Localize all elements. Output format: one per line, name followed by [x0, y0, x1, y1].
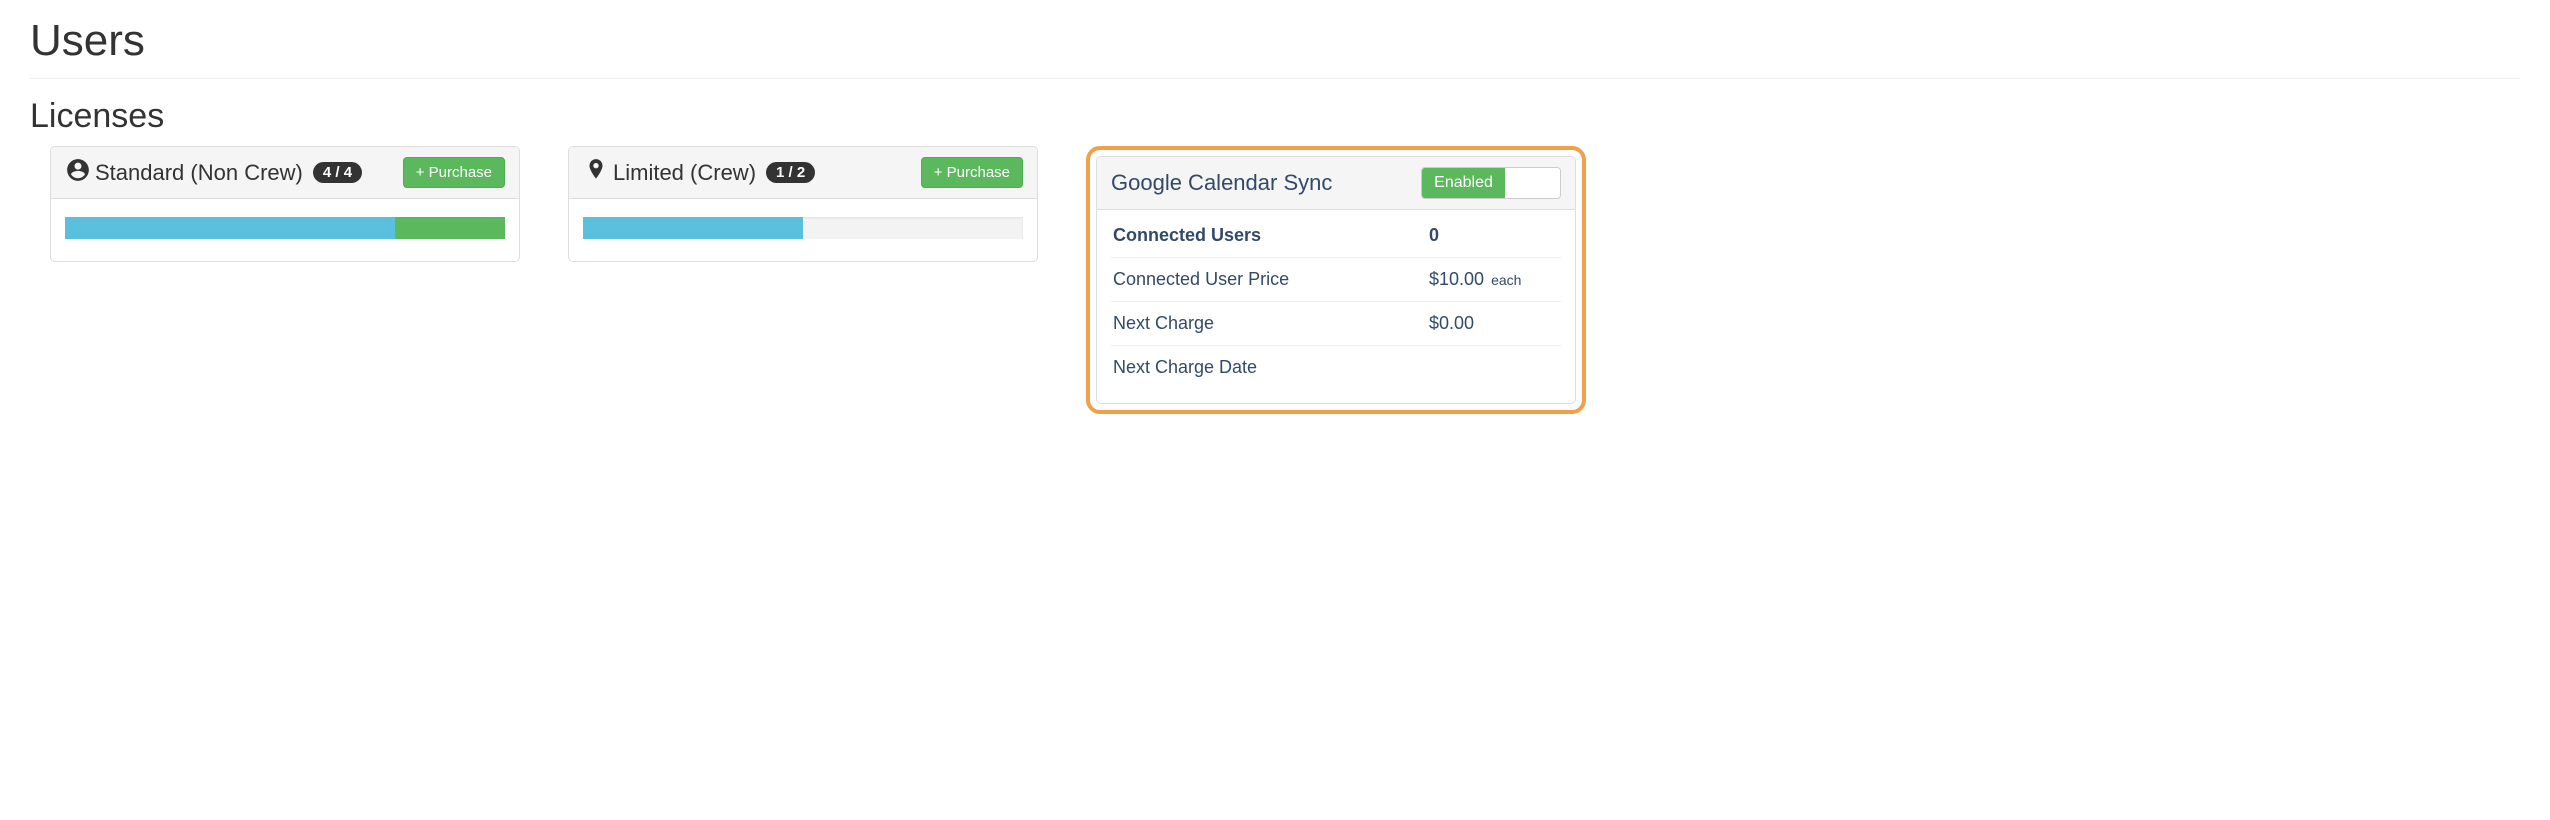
- sync-value-connected-user-price: $10.00 each: [1429, 269, 1559, 290]
- calendar-sync-toggle-handle: [1505, 168, 1560, 198]
- sync-row-connected-user-price: Connected User Price $10.00 each: [1111, 257, 1561, 301]
- licenses-section-title: Licenses: [30, 97, 2520, 136]
- license-card-limited-title: Limited (Crew): [613, 160, 756, 186]
- calendar-sync-card: Google Calendar Sync Enabled Connected U…: [1096, 156, 1576, 404]
- license-standard-progress-available: [395, 217, 505, 239]
- license-card-limited-count-badge: 1 / 2: [766, 162, 815, 183]
- calendar-sync-body: Connected Users 0 Connected User Price $…: [1097, 210, 1575, 403]
- page-title: Users: [30, 16, 2520, 66]
- license-card-standard-body: [51, 199, 519, 261]
- sync-label-next-charge-date: Next Charge Date: [1113, 357, 1429, 378]
- calendar-sync-highlight: Google Calendar Sync Enabled Connected U…: [1086, 146, 1586, 414]
- license-limited-progress-used: [583, 217, 803, 239]
- sync-label-connected-users: Connected Users: [1113, 225, 1429, 246]
- license-card-standard: Standard (Non Crew) 4 / 4 + Purchase: [50, 146, 520, 262]
- license-card-limited: Limited (Crew) 1 / 2 + Purchase: [568, 146, 1038, 262]
- sync-label-connected-user-price: Connected User Price: [1113, 269, 1429, 290]
- divider: [30, 78, 2520, 79]
- sync-value-next-charge: $0.00: [1429, 313, 1559, 334]
- license-card-limited-body: [569, 199, 1037, 261]
- sync-row-next-charge-date: Next Charge Date: [1111, 345, 1561, 389]
- calendar-sync-header: Google Calendar Sync Enabled: [1097, 157, 1575, 210]
- purchase-limited-button[interactable]: + Purchase: [921, 157, 1023, 188]
- license-card-standard-header-left: Standard (Non Crew) 4 / 4: [65, 157, 362, 188]
- license-standard-progress-used: [65, 217, 395, 239]
- sync-value-price-amount: $10.00: [1429, 269, 1484, 289]
- license-card-limited-header-left: Limited (Crew) 1 / 2: [583, 157, 815, 188]
- license-card-standard-title: Standard (Non Crew): [95, 160, 303, 186]
- purchase-standard-button[interactable]: + Purchase: [403, 157, 505, 188]
- sync-row-next-charge: Next Charge $0.00: [1111, 301, 1561, 345]
- sync-row-connected-users: Connected Users 0: [1111, 214, 1561, 257]
- user-circle-icon: [65, 157, 91, 188]
- sync-label-next-charge: Next Charge: [1113, 313, 1429, 334]
- license-card-standard-header: Standard (Non Crew) 4 / 4 + Purchase: [51, 147, 519, 199]
- license-cards-row: Standard (Non Crew) 4 / 4 + Purchase Lim…: [30, 146, 2520, 414]
- license-card-standard-count-badge: 4 / 4: [313, 162, 362, 183]
- license-card-limited-header: Limited (Crew) 1 / 2 + Purchase: [569, 147, 1037, 199]
- map-pin-icon: [583, 157, 609, 188]
- calendar-sync-title: Google Calendar Sync: [1111, 170, 1332, 196]
- sync-value-price-suffix: each: [1491, 272, 1521, 288]
- license-limited-progress: [583, 217, 1023, 239]
- calendar-sync-toggle-label: Enabled: [1422, 168, 1505, 198]
- license-standard-progress: [65, 217, 505, 239]
- calendar-sync-toggle[interactable]: Enabled: [1421, 167, 1561, 199]
- sync-value-connected-users: 0: [1429, 225, 1559, 246]
